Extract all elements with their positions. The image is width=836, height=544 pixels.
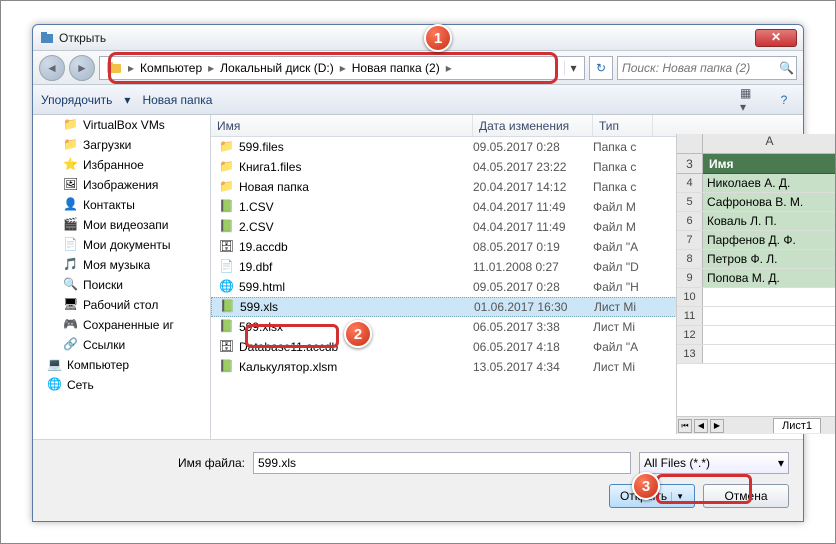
- chevron-down-icon[interactable]: ▾: [124, 93, 130, 107]
- excel-header-cell[interactable]: Имя: [703, 154, 836, 174]
- excel-cell[interactable]: [703, 288, 836, 306]
- html-icon: 🌐: [219, 279, 235, 295]
- sidebar-item[interactable]: ⭐Избранное: [33, 155, 210, 175]
- column-type[interactable]: Тип: [593, 115, 653, 136]
- excel-icon: 📗: [219, 199, 235, 215]
- bottom-panel: Имя файла: All Files (*.*) ▾ Открыть ▼ О…: [33, 439, 803, 521]
- column-name[interactable]: Имя: [211, 115, 473, 136]
- forward-button[interactable]: ►: [69, 55, 95, 81]
- excel-cell[interactable]: Сафронова В. М.: [703, 193, 836, 211]
- breadcrumb-item[interactable]: Компьютер: [136, 61, 206, 75]
- excel-cell[interactable]: Николаев А. Д.: [703, 174, 836, 192]
- breadcrumb-item[interactable]: Новая папка (2): [348, 61, 444, 75]
- back-button[interactable]: ◄: [39, 55, 65, 81]
- navbar: ◄ ► ▸ Компьютер ▸ Локальный диск (D:) ▸ …: [33, 51, 803, 85]
- sidebar-item[interactable]: 🖼Изображения: [33, 175, 210, 195]
- open-button[interactable]: Открыть ▼: [609, 484, 695, 508]
- folder-icon: 📁: [63, 117, 79, 133]
- toolbar: Упорядочить ▾ Новая папка ▦ ▾ ?: [33, 85, 803, 115]
- new-folder-button[interactable]: Новая папка: [142, 93, 212, 107]
- chevron-right-icon[interactable]: ▸: [126, 61, 136, 75]
- sidebar-item[interactable]: 💻Компьютер: [33, 355, 210, 375]
- excel-col-header: A: [677, 134, 836, 154]
- computer-icon: 💻: [47, 357, 63, 373]
- app-icon: [39, 30, 55, 46]
- column-date[interactable]: Дата изменения: [473, 115, 593, 136]
- sidebar-item[interactable]: 🔍Поиски: [33, 275, 210, 295]
- video-icon: 🎬: [63, 217, 79, 233]
- desktop-icon: 🖥: [63, 297, 79, 313]
- music-icon: 🎵: [63, 257, 79, 273]
- search-icon: 🔍: [63, 277, 79, 293]
- excel-cell[interactable]: [703, 345, 836, 363]
- open-dropdown-icon[interactable]: ▼: [671, 492, 684, 501]
- excel-cell[interactable]: [703, 307, 836, 325]
- access-icon: 🗄: [219, 239, 235, 255]
- folder-icon: 📁: [63, 137, 79, 153]
- excel-icon: 📗: [220, 299, 236, 315]
- excel-cell[interactable]: Парфенов Д. Ф.: [703, 231, 836, 249]
- folder-icon: 📁: [219, 139, 235, 155]
- access-icon: 🗄: [219, 339, 235, 355]
- excel-icon: 📗: [219, 219, 235, 235]
- filename-input[interactable]: [253, 452, 631, 474]
- file-type-filter[interactable]: All Files (*.*) ▾: [639, 452, 789, 474]
- pictures-icon: 🖼: [63, 177, 79, 193]
- sidebar-item[interactable]: 🖥Рабочий стол: [33, 295, 210, 315]
- sheet-tab-bar: ⏮ ◀ ▶ Лист1: [677, 416, 836, 434]
- chevron-right-icon[interactable]: ▸: [338, 61, 348, 75]
- close-button[interactable]: ✕: [755, 29, 797, 47]
- cancel-button[interactable]: Отмена: [703, 484, 789, 508]
- sidebar-item[interactable]: 🌐Сеть: [33, 375, 210, 395]
- sidebar-item[interactable]: 📁Загрузки: [33, 135, 210, 155]
- file-icon: 📄: [219, 259, 235, 275]
- folder-icon: [106, 60, 122, 76]
- sidebar-item[interactable]: 📁VirtualBox VMs: [33, 115, 210, 135]
- excel-cell[interactable]: [703, 326, 836, 344]
- links-icon: 🔗: [63, 337, 79, 353]
- chevron-down-icon: ▾: [778, 456, 784, 470]
- chevron-right-icon[interactable]: ▸: [206, 61, 216, 75]
- dialog-title: Открыть: [59, 31, 755, 45]
- refresh-button[interactable]: ↻: [589, 56, 613, 80]
- folder-icon: 📁: [219, 159, 235, 175]
- chevron-right-icon[interactable]: ▸: [444, 61, 454, 75]
- games-icon: 🎮: [63, 317, 79, 333]
- excel-cell[interactable]: Попова М. Д.: [703, 269, 836, 287]
- address-dropdown[interactable]: ▾: [564, 61, 582, 75]
- sidebar[interactable]: 📁VirtualBox VMs📁Загрузки⭐Избранное🖼Изобр…: [33, 115, 211, 439]
- search-box[interactable]: 🔍: [617, 56, 797, 80]
- view-options-button[interactable]: ▦ ▾: [739, 90, 761, 110]
- excel-preview: A 3Имя4Николаев А. Д.5Сафронова В. М.6Ко…: [676, 134, 836, 434]
- filename-label: Имя файла:: [47, 456, 245, 470]
- excel-icon: 📗: [219, 319, 235, 335]
- network-icon: 🌐: [47, 377, 63, 393]
- search-input[interactable]: [622, 61, 779, 75]
- star-icon: ⭐: [63, 157, 79, 173]
- excel-cell[interactable]: Петров Ф. Л.: [703, 250, 836, 268]
- folder-icon: 📁: [219, 179, 235, 195]
- organize-button[interactable]: Упорядочить: [41, 93, 112, 107]
- tab-nav-first[interactable]: ⏮: [678, 419, 692, 433]
- sheet-tab[interactable]: Лист1: [773, 418, 821, 433]
- sidebar-item[interactable]: 🔗Ссылки: [33, 335, 210, 355]
- tab-nav-prev[interactable]: ◀: [694, 419, 708, 433]
- documents-icon: 📄: [63, 237, 79, 253]
- excel-cell[interactable]: Коваль Л. П.: [703, 212, 836, 230]
- address-bar[interactable]: ▸ Компьютер ▸ Локальный диск (D:) ▸ Нова…: [99, 56, 585, 80]
- sidebar-item[interactable]: 🎮Сохраненные иг: [33, 315, 210, 335]
- tab-nav-next[interactable]: ▶: [710, 419, 724, 433]
- titlebar: Открыть ✕: [33, 25, 803, 51]
- sidebar-item[interactable]: 🎬Мои видеозапи: [33, 215, 210, 235]
- excel-icon: 📗: [219, 359, 235, 375]
- help-button[interactable]: ?: [773, 90, 795, 110]
- search-icon: 🔍: [779, 61, 794, 75]
- contacts-icon: 👤: [63, 197, 79, 213]
- sidebar-item[interactable]: 🎵Моя музыка: [33, 255, 210, 275]
- sidebar-item[interactable]: 👤Контакты: [33, 195, 210, 215]
- sidebar-item[interactable]: 📄Мои документы: [33, 235, 210, 255]
- breadcrumb-item[interactable]: Локальный диск (D:): [216, 61, 338, 75]
